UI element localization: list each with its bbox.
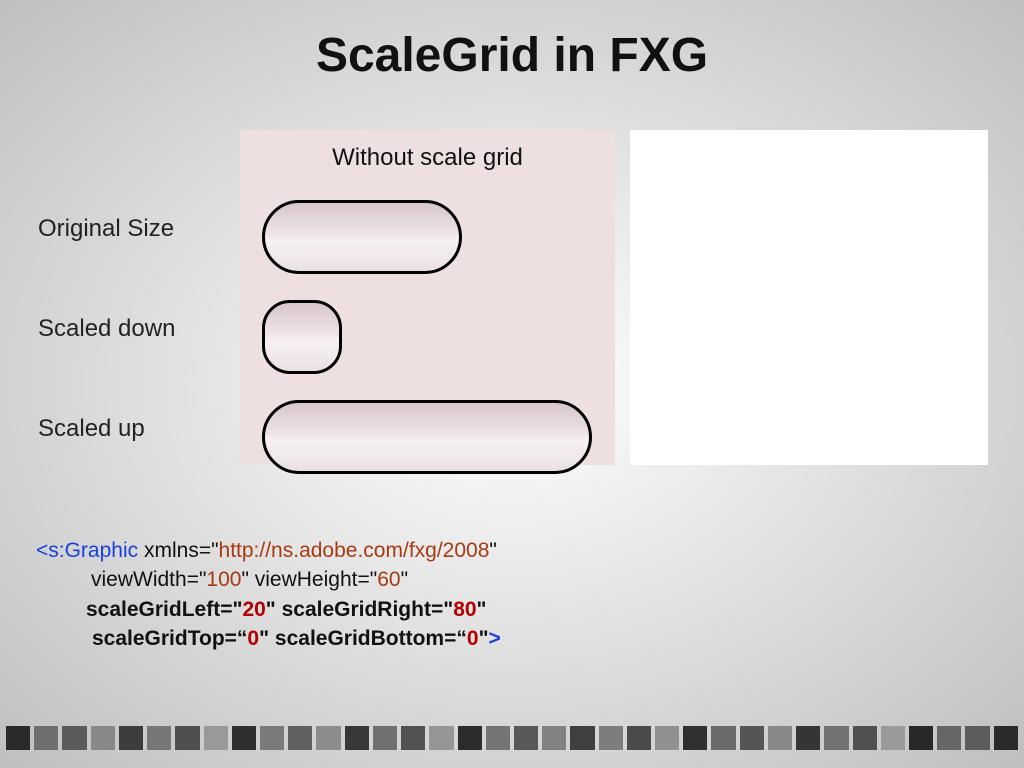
panel-without-scale-grid: Without scale grid [240,130,615,465]
strip-square [599,726,623,750]
strip-square [401,726,425,750]
strip-square [570,726,594,750]
label-original: Original Size [38,215,175,243]
strip-square [6,726,30,750]
code-tag: <s:Graphic [36,539,138,562]
panel-left-title: Without scale grid [240,130,615,172]
strip-square [881,726,905,750]
strip-square [937,726,961,750]
code-sgt-value: 0 [247,627,259,650]
strip-square [34,726,58,750]
strip-square [655,726,679,750]
strip-square [514,726,538,750]
strip-square [147,726,171,750]
code-attr-viewheight: " viewHeight=" [241,568,377,591]
code-attr-sgb: " scaleGridBottom=“ [259,627,467,650]
label-scaled-up: Scaled up [38,415,175,443]
strip-square [345,726,369,750]
code-block: <s:Graphic xmlns="http://ns.adobe.com/fx… [36,536,501,654]
strip-square [175,726,199,750]
decorative-square-strip [0,724,1024,752]
code-quote: " [489,539,496,562]
strip-square [796,726,820,750]
code-attr-sgr: " scaleGridRight=" [266,598,453,621]
code-sgb-value: 0 [467,627,479,650]
strip-square [458,726,482,750]
code-viewwidth-value: 100 [206,568,241,591]
panel-with-scale-grid [630,130,988,465]
strip-square [965,726,989,750]
strip-square [288,726,312,750]
strip-square [683,726,707,750]
label-scaled-down: Scaled down [38,315,175,343]
code-attr-viewwidth: viewWidth=" [91,568,206,591]
strip-square [429,726,453,750]
code-sgl-value: 20 [242,598,265,621]
strip-square [740,726,764,750]
slide: ScaleGrid in FXG Original Size Scaled do… [0,0,1024,768]
strip-square [486,726,510,750]
strip-square [91,726,115,750]
code-line-4: scaleGridTop=“0" scaleGridBottom=“0"> [36,624,501,653]
pill-scaled-down [262,300,342,374]
strip-square [373,726,397,750]
strip-square [542,726,566,750]
strip-square [204,726,228,750]
strip-square [909,726,933,750]
strip-square [316,726,340,750]
code-quote: " [477,598,487,621]
strip-square [994,726,1018,750]
code-viewheight-value: 60 [377,568,400,591]
strip-square [232,726,256,750]
code-attr-xmlns: xmlns=" [138,539,218,562]
strip-square [853,726,877,750]
code-close-bracket: > [489,627,501,650]
pill-original [262,200,462,274]
page-title: ScaleGrid in FXG [0,28,1024,83]
code-quote: " [479,627,489,650]
code-attr-sgl: scaleGridLeft=" [86,598,242,621]
row-labels: Original Size Scaled down Scaled up [38,215,175,515]
code-line-2: viewWidth="100" viewHeight="60" [36,565,501,594]
code-xmlns-value: http://ns.adobe.com/fxg/2008 [219,539,490,562]
strip-square [260,726,284,750]
pill-scaled-up [262,400,592,474]
strip-square [824,726,848,750]
strip-square [627,726,651,750]
strip-square [768,726,792,750]
strip-square [711,726,735,750]
code-line-1: <s:Graphic xmlns="http://ns.adobe.com/fx… [36,536,501,565]
strip-square [62,726,86,750]
strip-square [119,726,143,750]
code-line-3: scaleGridLeft="20" scaleGridRight="80" [36,595,501,624]
code-quote: " [401,568,408,591]
code-sgr-value: 80 [453,598,476,621]
code-attr-sgt: scaleGridTop=“ [92,627,247,650]
